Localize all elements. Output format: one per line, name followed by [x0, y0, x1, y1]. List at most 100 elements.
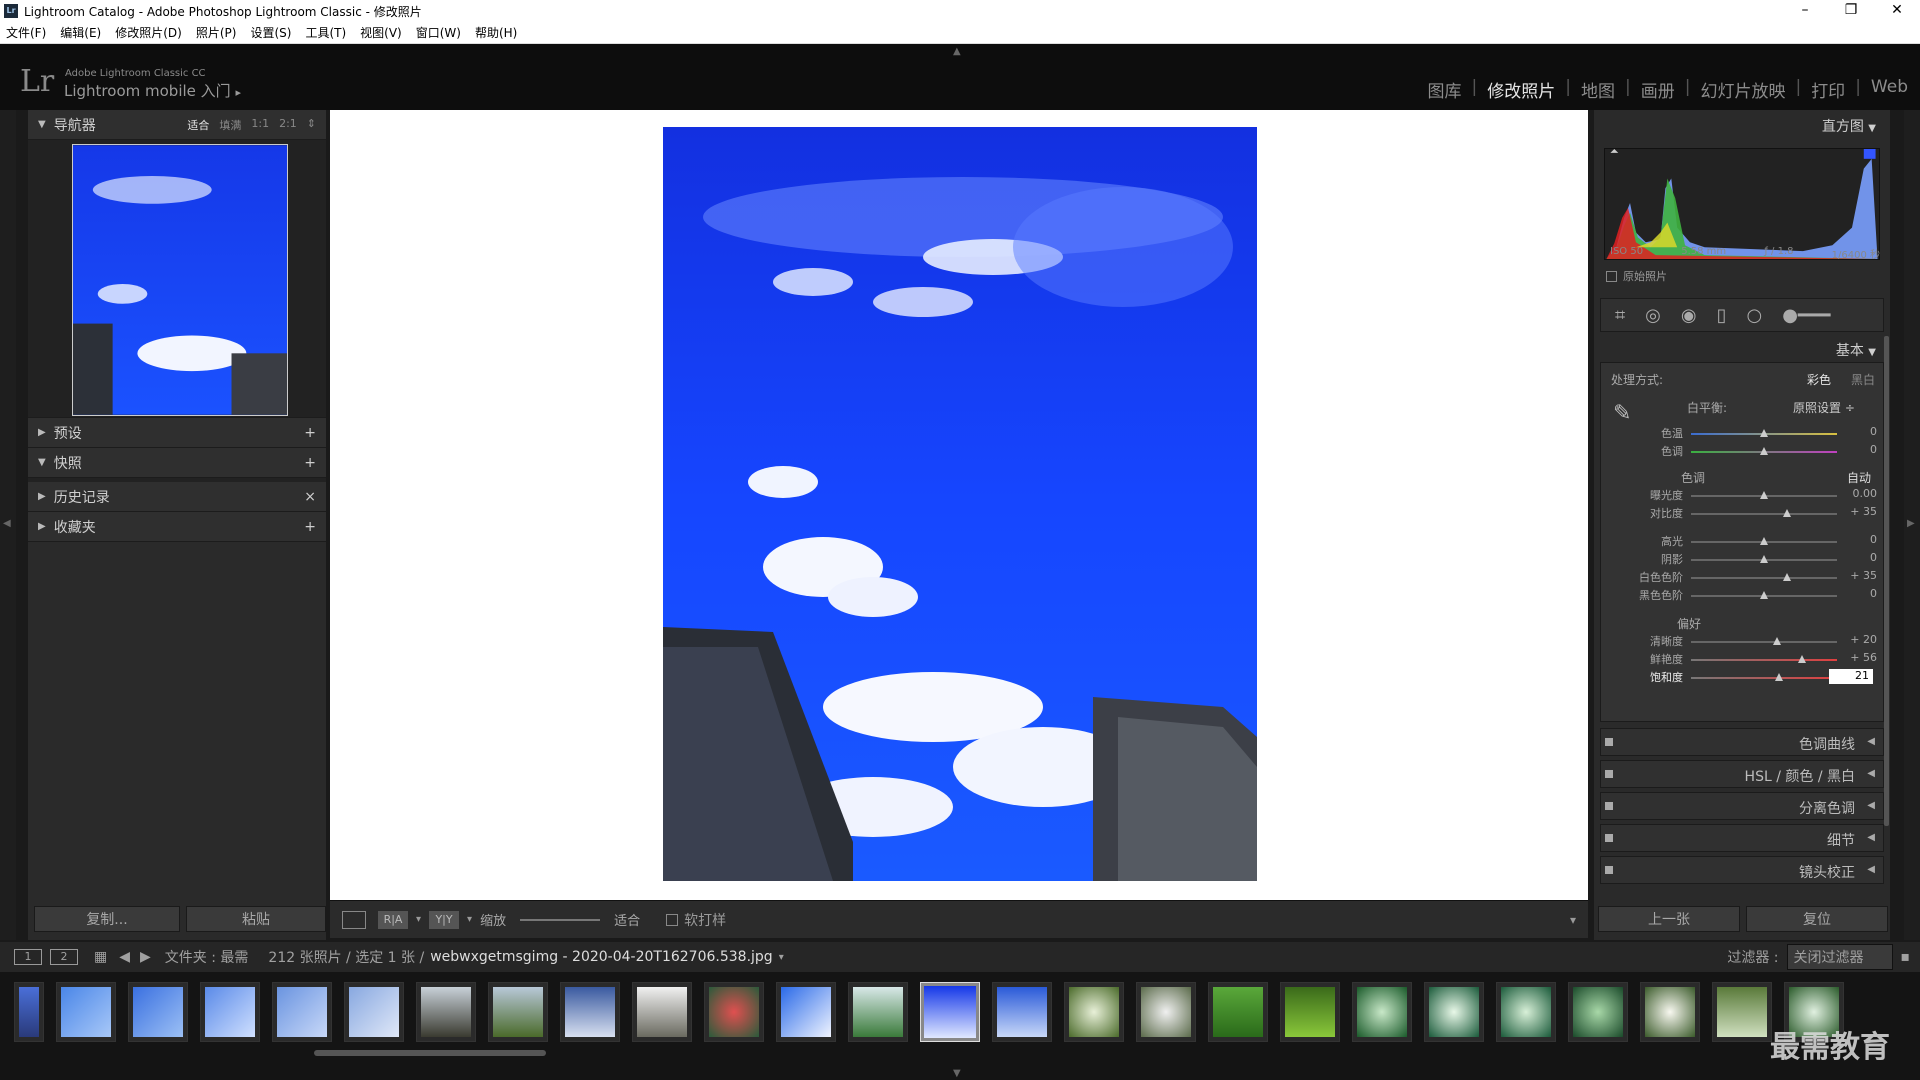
filmstrip-thumbnail[interactable]	[56, 982, 116, 1042]
nav-zoom-dropdown-icon[interactable]: ⇕	[307, 117, 316, 133]
module-library[interactable]: 图库	[1428, 77, 1462, 102]
slider-knob[interactable]	[1797, 655, 1806, 663]
detail-header[interactable]: 细节 ◀	[1600, 824, 1884, 852]
filmstrip-thumbnail[interactable]	[1496, 982, 1556, 1042]
navigator-header[interactable]: ▼ 导航器 适合 填满 1:1 2:1 ⇕	[28, 110, 326, 140]
filter-dropdown[interactable]: 关闭过滤器	[1786, 944, 1893, 970]
slider-contrast[interactable]: 对比度 + 35	[1601, 505, 1885, 523]
histogram-graph[interactable]	[1604, 148, 1880, 260]
slider-track[interactable]	[1691, 641, 1837, 643]
filmstrip-thumbnail[interactable]	[776, 982, 836, 1042]
wb-dropdown[interactable]: 原照设置 ÷	[1793, 399, 1855, 416]
slider-knob[interactable]	[1774, 673, 1783, 681]
second-window-button[interactable]: 2	[50, 949, 78, 965]
add-preset-icon[interactable]: +	[304, 425, 316, 441]
filmstrip-thumbnail[interactable]	[272, 982, 332, 1042]
history-header[interactable]: ▶ 历史记录 ×	[28, 482, 326, 512]
nav-fill[interactable]: 填满	[219, 117, 241, 133]
before-after-dropdown-icon[interactable]: ▾	[416, 914, 421, 925]
back-arrow-icon[interactable]: ◀	[119, 949, 130, 965]
highlight-clip-icon[interactable]	[1863, 149, 1876, 159]
slider-saturation[interactable]: 饱和度 21	[1601, 669, 1885, 687]
panel-switch-icon[interactable]	[1605, 802, 1613, 810]
close-button[interactable]: ✕	[1874, 0, 1920, 22]
slider-knob[interactable]	[1783, 509, 1792, 517]
right-panel-scrollbar[interactable]	[1884, 336, 1889, 826]
slider-value[interactable]: + 56	[1850, 651, 1877, 664]
panel-switch-icon[interactable]	[1605, 770, 1613, 778]
module-slideshow[interactable]: 幻灯片放映	[1700, 77, 1785, 102]
soft-proof-checkbox[interactable]	[666, 913, 679, 926]
filmstrip-thumbnail[interactable]	[632, 982, 692, 1042]
menu-edit[interactable]: 编辑(E)	[60, 24, 101, 41]
radial-filter-icon[interactable]: ○	[1746, 305, 1762, 326]
crop-icon[interactable]: ⌗	[1615, 305, 1625, 326]
menu-develop[interactable]: 修改照片(D)	[115, 24, 182, 41]
module-map[interactable]: 地图	[1581, 77, 1615, 102]
clear-history-icon[interactable]: ×	[304, 489, 316, 505]
forward-arrow-icon[interactable]: ▶	[140, 949, 151, 965]
paste-settings-button[interactable]: 粘贴	[186, 906, 326, 932]
treatment-bw[interactable]: 黑白	[1851, 371, 1875, 388]
slider-value[interactable]: + 35	[1850, 505, 1877, 518]
filename[interactable]: webwxgetmsgimg - 2020-04-20T162706.538.j…	[430, 949, 773, 965]
collapse-bottom-icon[interactable]: ▼	[953, 1068, 961, 1079]
previous-button[interactable]: 上一张	[1598, 906, 1740, 932]
lens-corrections-header[interactable]: 镜头校正 ◀	[1600, 856, 1884, 884]
collapse-top-icon[interactable]: ▲	[953, 46, 961, 57]
right-panel-toggle[interactable]: ▶	[1904, 110, 1920, 940]
slider-whites[interactable]: 白色色阶 + 35	[1601, 569, 1885, 587]
filmstrip-thumbnail[interactable]	[488, 982, 548, 1042]
source-folder[interactable]: 文件夹 : 最需	[165, 947, 249, 967]
minimize-button[interactable]: –	[1782, 0, 1828, 22]
filmstrip-thumbnail[interactable]	[1208, 982, 1268, 1042]
slider-vibrance[interactable]: 鲜艳度 + 56	[1601, 651, 1885, 669]
original-photo-toggle[interactable]: 原始照片	[1606, 268, 1667, 284]
slider-track[interactable]	[1691, 677, 1837, 679]
slider-value[interactable]: 0	[1870, 425, 1877, 438]
filmstrip-thumbnail[interactable]	[1640, 982, 1700, 1042]
treatment-color[interactable]: 彩色	[1807, 371, 1831, 388]
before-after-button[interactable]: R|A	[378, 910, 408, 929]
tone-curve-header[interactable]: 色调曲线 ◀	[1600, 728, 1884, 756]
menu-settings[interactable]: 设置(S)	[250, 24, 291, 41]
menu-photo[interactable]: 照片(P)	[196, 24, 237, 41]
swap-dropdown-icon[interactable]: ▾	[467, 914, 472, 925]
filmstrip-thumbnail[interactable]	[848, 982, 908, 1042]
filmstrip-thumbnail[interactable]	[1064, 982, 1124, 1042]
add-collection-icon[interactable]: +	[304, 519, 316, 535]
tone-auto-button[interactable]: 自动	[1847, 469, 1871, 486]
filmstrip-thumbnail[interactable]	[416, 982, 476, 1042]
add-snapshot-icon[interactable]: +	[304, 455, 316, 471]
menu-file[interactable]: 文件(F)	[6, 24, 46, 41]
zoom-slider[interactable]	[520, 918, 601, 921]
nav-fit[interactable]: 适合	[187, 117, 209, 133]
filmstrip-thumbnail[interactable]	[1280, 982, 1340, 1042]
module-book[interactable]: 画册	[1641, 77, 1675, 102]
menu-view[interactable]: 视图(V)	[360, 24, 402, 41]
slider-knob[interactable]	[1760, 447, 1768, 455]
saturation-input[interactable]: 21	[1829, 669, 1873, 684]
collections-header[interactable]: ▶ 收藏夹 +	[28, 512, 326, 542]
slider-exposure[interactable]: 曝光度 0.00	[1601, 487, 1885, 505]
slider-tint[interactable]: 色调 0	[1601, 443, 1885, 461]
slider-knob[interactable]	[1760, 591, 1768, 599]
grid-icon[interactable]: ▦	[94, 949, 107, 965]
maximize-button[interactable]: ❐	[1828, 0, 1874, 22]
left-panel-toggle[interactable]: ◀	[0, 110, 16, 940]
reset-button[interactable]: 复位	[1746, 906, 1888, 932]
presets-header[interactable]: ▶ 预设 +	[28, 418, 326, 448]
filmstrip-thumbnail[interactable]	[200, 982, 260, 1042]
filmstrip-thumbnail[interactable]	[344, 982, 404, 1042]
loupe-view-icon[interactable]	[342, 910, 366, 929]
main-window-button[interactable]: 1	[14, 949, 42, 965]
navigator-preview[interactable]	[28, 140, 326, 418]
slider-value[interactable]: + 35	[1850, 569, 1877, 582]
menu-tools[interactable]: 工具(T)	[305, 24, 346, 41]
slider-track[interactable]	[1691, 659, 1837, 661]
original-photo-checkbox[interactable]	[1606, 270, 1617, 282]
module-print[interactable]: 打印	[1811, 77, 1845, 102]
slider-knob[interactable]	[1760, 491, 1768, 499]
filmstrip-thumbnail[interactable]	[1712, 982, 1772, 1042]
module-develop[interactable]: 修改照片	[1487, 77, 1555, 102]
